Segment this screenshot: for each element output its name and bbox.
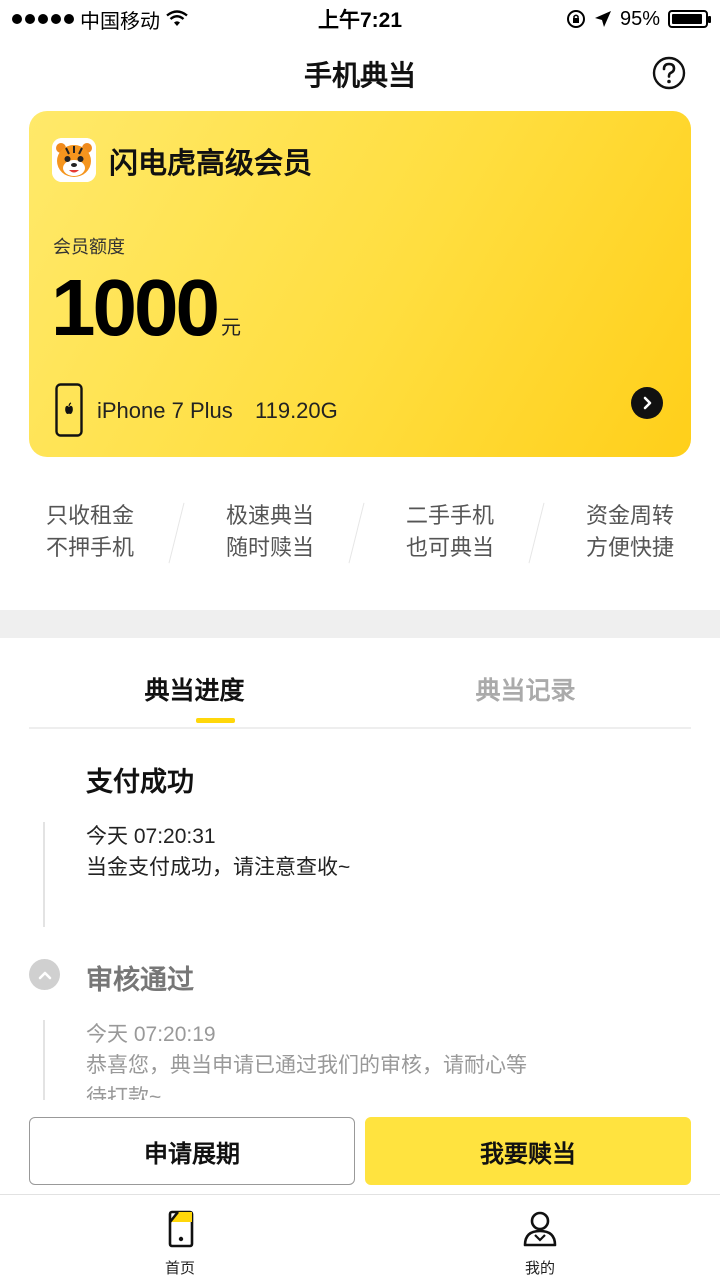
signal-icon — [12, 14, 74, 24]
wifi-icon — [166, 10, 188, 26]
feature-line2: 方便快捷 — [585, 535, 674, 560]
timeline-time: 今天 07:20:19 — [86, 1023, 216, 1046]
feature-item: 资金周转 方便快捷 — [540, 500, 720, 570]
feature-item: 二手手机 也可典当 — [360, 500, 540, 570]
page-title: 手机典当 — [303, 60, 416, 91]
timeline-line — [43, 822, 45, 927]
location-arrow-icon — [594, 11, 611, 27]
feature-line1: 只收租金 — [45, 503, 134, 528]
device-name: iPhone 7 Plus — [97, 398, 233, 423]
timeline-title: 支付成功 — [86, 767, 194, 797]
feature-line1: 资金周转 — [585, 503, 674, 528]
tab-progress[interactable]: 典当进度 — [29, 638, 360, 727]
chevron-right-icon — [643, 396, 652, 410]
card-detail-arrow[interactable] — [631, 387, 663, 419]
nav-bar: 手机典当 — [0, 38, 720, 110]
tabbar-mine-label: 我的 — [524, 1260, 555, 1277]
bottom-tab-bar: 首页 我的 — [0, 1194, 720, 1280]
timeline-title: 审核通过 — [86, 965, 194, 995]
tabbar-mine[interactable]: 我的 — [360, 1195, 720, 1280]
battery-icon — [668, 10, 711, 28]
tab-switcher: 典当进度 典当记录 — [29, 638, 691, 729]
quota-label: 会员额度 — [53, 237, 125, 257]
phone-icon — [55, 383, 83, 437]
device-storage: 119.20G — [255, 398, 338, 423]
collapse-toggle[interactable] — [29, 959, 60, 990]
question-circle-icon[interactable] — [652, 56, 686, 90]
timeline-desc: 当金支付成功，请注意查收~ — [86, 856, 351, 879]
user-icon — [523, 1211, 557, 1247]
progress-timeline[interactable]: 支付成功 今天 07:20:31 当金支付成功，请注意查收~ 审核通过 今天 0… — [0, 730, 720, 1100]
chevron-up-icon — [38, 971, 51, 979]
status-bar: 中国移动 上午7:21 95% — [0, 0, 720, 38]
feature-item: 只收租金 不押手机 — [0, 500, 180, 570]
tabbar-home-label: 首页 — [164, 1260, 195, 1277]
section-divider — [0, 610, 720, 638]
member-level-name: 闪电虎高级会员 — [109, 148, 313, 180]
extend-button[interactable]: 申请展期 — [29, 1117, 355, 1185]
member-card[interactable]: 闪电虎高级会员 会员额度 1000 元 iPhone 7 Plus 119.20… — [29, 111, 691, 457]
rotation-lock-icon — [566, 10, 585, 28]
phone-home-icon — [168, 1210, 194, 1248]
feature-item: 极速典当 随时赎当 — [180, 500, 360, 570]
feature-line2: 随时赎当 — [225, 535, 314, 560]
tabbar-home[interactable]: 首页 — [0, 1195, 360, 1280]
feature-line1: 极速典当 — [225, 503, 314, 528]
battery-percent: 95% — [619, 7, 660, 30]
feature-line2: 不押手机 — [45, 535, 134, 560]
timeline-time: 今天 07:20:31 — [86, 825, 216, 848]
feature-list: 只收租金 不押手机 极速典当 随时赎当 二手手机 也可典当 资金周转 方便快捷 — [0, 500, 720, 570]
feature-line1: 二手手机 — [405, 503, 494, 528]
quota-amount: 1000 — [51, 263, 220, 352]
tab-indicator — [196, 718, 235, 723]
timeline-line — [43, 1020, 45, 1100]
tiger-logo-icon — [52, 138, 96, 182]
redeem-button[interactable]: 我要赎当 — [365, 1117, 691, 1185]
action-bar: 申请展期 我要赎当 — [29, 1117, 691, 1185]
carrier-name: 中国移动 — [80, 10, 160, 33]
feature-line2: 也可典当 — [405, 535, 494, 560]
timeline-desc: 恭喜您，典当申请已通过我们的审核，请耐心等待打款~ — [86, 1054, 527, 1100]
status-time: 上午7:21 — [317, 9, 403, 32]
quota-unit: 元 — [221, 317, 241, 339]
tab-records[interactable]: 典当记录 — [360, 638, 691, 727]
